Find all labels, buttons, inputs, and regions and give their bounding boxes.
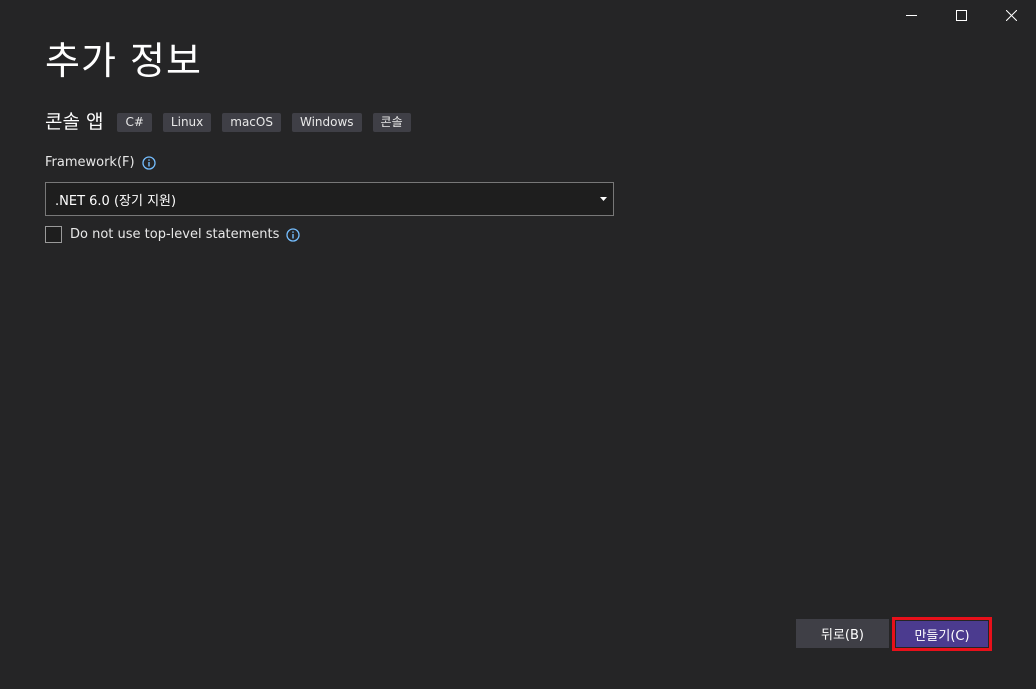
template-summary: 콘솔 앱 C# Linux macOS Windows 콘솔 [45, 110, 422, 134]
framework-label: Framework(F) [45, 155, 156, 170]
tag-platform-windows: Windows [291, 112, 362, 132]
close-button[interactable] [986, 0, 1036, 30]
minimize-icon [905, 14, 917, 16]
tag-language: C# [117, 112, 152, 132]
info-icon[interactable] [286, 227, 301, 242]
page-title: 추가 정보 [45, 39, 202, 83]
dropdown-arrow-icon [595, 197, 611, 201]
tag-platform-macos: macOS [222, 112, 281, 132]
close-icon [1005, 9, 1017, 21]
framework-select-value: .NET 6.0 (장기 지원) [55, 193, 177, 209]
top-level-statements-checkbox[interactable] [45, 226, 62, 243]
dialog-window: 추가 정보 콘솔 앱 C# Linux macOS Windows 콘솔 Fra… [0, 0, 1036, 689]
window-controls [886, 0, 1036, 30]
maximize-icon [955, 9, 967, 21]
tag-platform-linux: Linux [162, 112, 212, 132]
create-button[interactable]: 만들기(C) [896, 621, 988, 647]
framework-label-text: Framework(F) [45, 155, 135, 170]
tag-project-type: 콘솔 [372, 112, 411, 132]
framework-select[interactable]: .NET 6.0 (장기 지원) [45, 182, 614, 216]
template-name: 콘솔 앱 [45, 111, 104, 133]
top-level-statements-option[interactable]: Do not use top-level statements [45, 226, 301, 243]
top-level-statements-label: Do not use top-level statements [70, 227, 280, 242]
info-icon[interactable] [141, 155, 156, 170]
info-circle-icon [141, 155, 156, 170]
info-circle-icon [286, 227, 301, 242]
maximize-button[interactable] [936, 0, 986, 30]
minimize-button[interactable] [886, 0, 936, 30]
back-button[interactable]: 뒤로(B) [796, 619, 889, 648]
